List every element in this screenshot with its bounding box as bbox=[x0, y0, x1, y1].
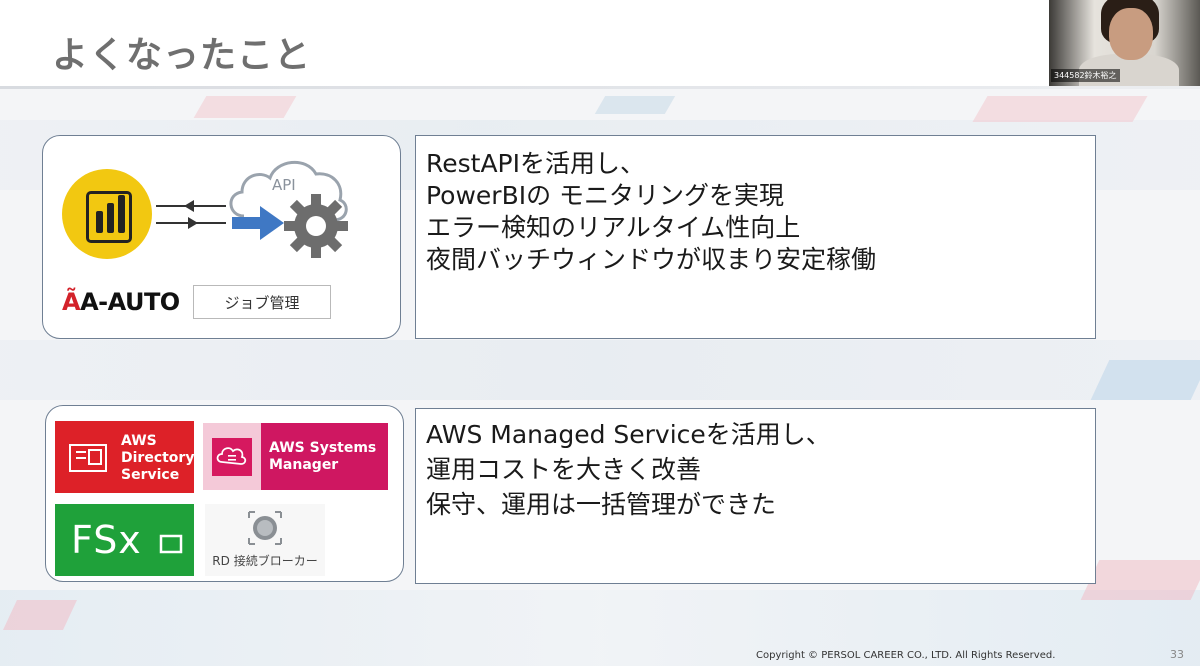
improvement-text-box-2: AWS Managed Serviceを活用し、 運用コストを大きく改善 保守、… bbox=[415, 408, 1096, 584]
text-line: エラー検知のリアルタイム性向上 bbox=[426, 213, 801, 242]
fsx-window-icon bbox=[159, 534, 183, 554]
powerbi-icon bbox=[62, 169, 152, 259]
left-arrowhead-icon bbox=[184, 200, 194, 212]
systems-manager-icon bbox=[212, 438, 252, 476]
right-arrowhead-icon bbox=[188, 217, 198, 229]
page-number: 33 bbox=[1170, 648, 1184, 661]
text-line: 保守、運用は一括管理ができた bbox=[426, 490, 777, 519]
text-line: 運用コストを大きく改善 bbox=[426, 455, 702, 484]
participant-video[interactable]: 344582鈴木裕之 bbox=[1049, 0, 1200, 86]
improvement-text-box-1: RestAPIを活用し、 PowerBIの モニタリングを実現 エラー検知のリア… bbox=[415, 135, 1096, 339]
rd-broker-label: RD 接続ブローカー bbox=[212, 554, 318, 568]
rd-broker-icon bbox=[248, 511, 282, 545]
right-arrow-icon bbox=[232, 206, 284, 240]
gear-icon bbox=[284, 194, 348, 258]
text-line: 夜間バッチウィンドウが収まり安定稼働 bbox=[426, 245, 877, 274]
aws-systems-manager-tile: AWS Systems Manager bbox=[203, 423, 388, 490]
directory-service-icon bbox=[69, 444, 107, 472]
slide-title: よくなったこと bbox=[52, 35, 312, 76]
header-divider bbox=[0, 86, 1200, 89]
copyright-notice: Copyright © PERSOL CAREER CO., LTD. All … bbox=[756, 650, 1056, 661]
job-management-tag: ジョブ管理 bbox=[193, 285, 331, 319]
fsx-label: FSx bbox=[71, 518, 142, 562]
participant-name: 344582鈴木裕之 bbox=[1051, 69, 1120, 82]
text-line: PowerBIの モニタリングを実現 bbox=[426, 181, 785, 210]
aws-directory-service-tile: AWS Directory Service bbox=[55, 421, 194, 493]
text-line: AWS Managed Serviceを活用し、 bbox=[426, 420, 831, 449]
text-line: RestAPIを活用し、 bbox=[426, 149, 646, 178]
a-auto-logo: ÃA-AUTO bbox=[62, 288, 180, 316]
rd-connection-broker-tile: RD 接続ブローカー bbox=[205, 504, 325, 576]
fsx-tile: FSx bbox=[55, 504, 194, 576]
